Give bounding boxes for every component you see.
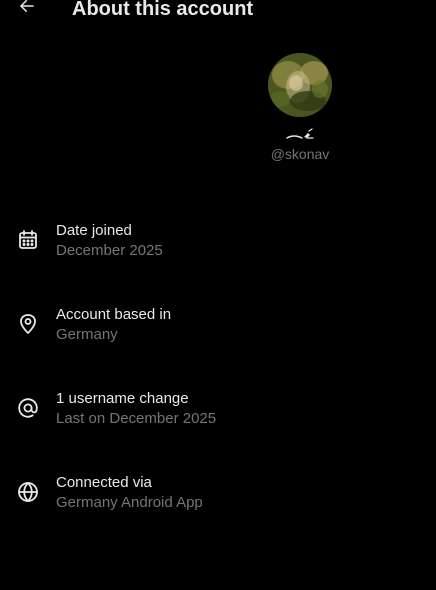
info-item-username-changes: 1 username change Last on December 2025 [0,388,436,432]
profile-summary: @skonav [240,53,360,163]
username-changes-value: Last on December 2025 [56,410,217,427]
location-pin-icon [16,312,40,336]
info-item-date-joined: Date joined December 2025 [0,220,436,264]
username-changes-label: 1 username change [56,390,189,407]
top-bar: About this account [0,0,436,22]
avatar[interactable] [268,53,332,117]
connected-via-value: Germany Android App [56,494,203,511]
connected-via-label: Connected via [56,474,152,491]
date-joined-label: Date joined [56,222,132,239]
display-name-glyphs [286,128,314,139]
page-title: About this account [72,0,254,20]
calendar-icon [16,228,40,252]
account-location-value: Germany [56,326,118,343]
back-button[interactable] [14,0,40,19]
display-name [240,127,360,143]
profile-handle: @skonav [270,146,330,162]
info-item-account-location: Account based in Germany [0,304,436,348]
date-joined-value: December 2025 [56,242,163,259]
account-location-label: Account based in [56,306,172,323]
info-item-connected-via: Connected via Germany Android App [0,472,436,516]
at-sign-icon [16,396,40,420]
globe-icon [16,480,40,504]
arrow-left-icon [18,0,36,20]
